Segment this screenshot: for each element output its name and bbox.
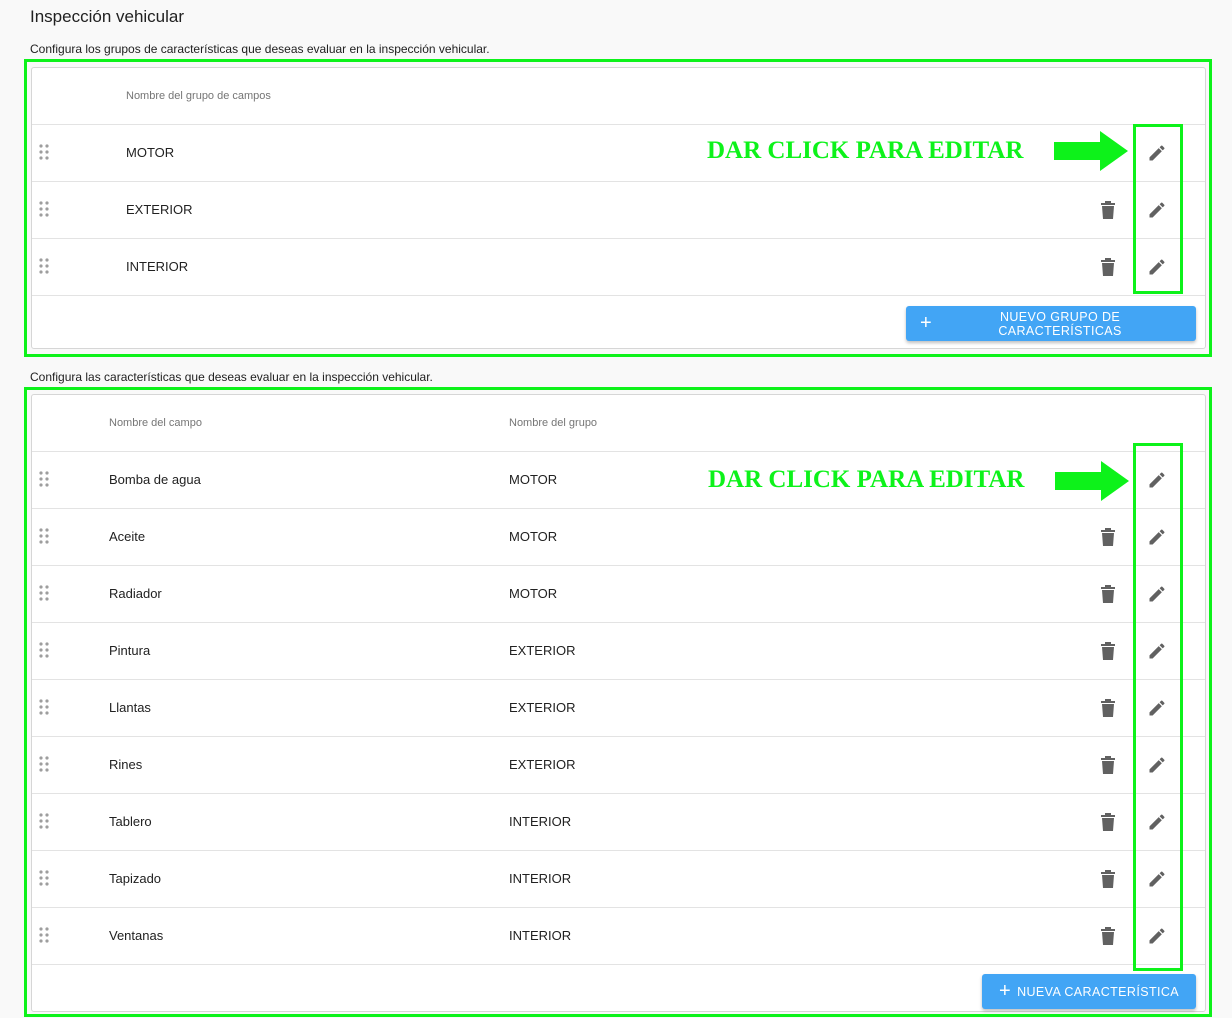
- fields-highlight-box: [24, 387, 1212, 1017]
- fields-edit-column-highlight: [1133, 443, 1183, 971]
- groups-highlight-box: [24, 59, 1212, 357]
- edit-hint-fields: DAR CLICK PARA EDITAR: [708, 466, 1025, 493]
- arrow-icon: [1054, 131, 1128, 171]
- groups-description: Configura los grupos de características …: [30, 42, 490, 56]
- page-title: Inspección vehicular: [30, 7, 185, 26]
- arrow-icon: [1055, 461, 1129, 501]
- groups-edit-column-highlight: [1133, 124, 1183, 294]
- fields-description: Configura las características que deseas…: [30, 370, 433, 384]
- edit-hint-groups: DAR CLICK PARA EDITAR: [707, 137, 1024, 164]
